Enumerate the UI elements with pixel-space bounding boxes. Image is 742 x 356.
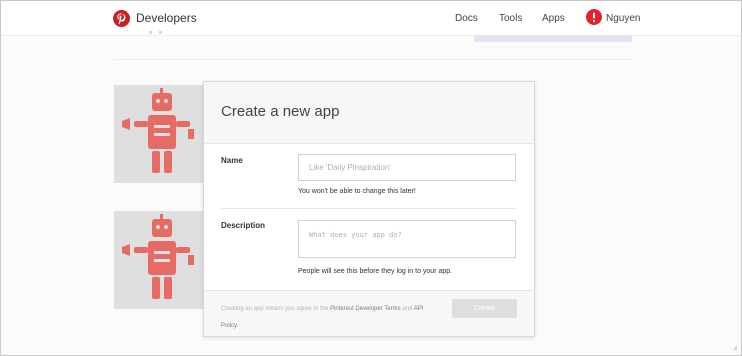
name-helper-text: You won't be able to change this later! [298, 188, 416, 195]
top-nav-bar: Developers Docs Tools Apps Nguyen [1, 1, 741, 36]
nav-link-apps[interactable]: Apps [542, 13, 565, 24]
app-thumbnail[interactable] [114, 85, 206, 183]
robot-icon [122, 214, 194, 299]
developer-terms-link[interactable]: Pinterest Developer Terms [330, 306, 401, 312]
nav-link-docs[interactable]: Docs [455, 13, 478, 24]
modal-title: Create a new app [221, 103, 340, 120]
name-label: Name [221, 156, 243, 165]
partial-text-fragment [113, 27, 173, 35]
app-thumbnail[interactable] [114, 211, 206, 309]
terms-suffix: . [236, 323, 239, 329]
background-panel [474, 35, 632, 42]
description-helper-text: People will see this before they log in … [298, 268, 453, 275]
robot-icon [122, 88, 194, 173]
browser-viewport: Developers Docs Tools Apps Nguyen Create… [0, 0, 742, 356]
modal-footer: Creating an app means you agree to the P… [204, 290, 534, 336]
user-name[interactable]: Nguyen [606, 13, 640, 24]
brand-title[interactable]: Developers [136, 11, 197, 25]
user-avatar-icon[interactable] [586, 9, 602, 25]
create-button[interactable]: Create [452, 299, 517, 318]
terms-prefix: Creating an app means you agree to the [221, 306, 329, 312]
description-label: Description [221, 221, 266, 230]
nav-link-tools[interactable]: Tools [499, 13, 522, 24]
create-app-modal: Create a new app Name You won't be able … [203, 81, 535, 337]
modal-header: Create a new app [204, 82, 534, 144]
resize-handle-icon: ◢ [733, 345, 737, 351]
field-divider [221, 208, 516, 209]
terms-notice: Creating an app means you agree to the P… [221, 301, 441, 335]
app-description-input[interactable] [298, 220, 516, 258]
app-name-input[interactable] [298, 154, 516, 181]
section-divider [113, 59, 632, 60]
pinterest-logo-icon[interactable] [113, 10, 130, 27]
terms-middle: and [402, 306, 413, 312]
